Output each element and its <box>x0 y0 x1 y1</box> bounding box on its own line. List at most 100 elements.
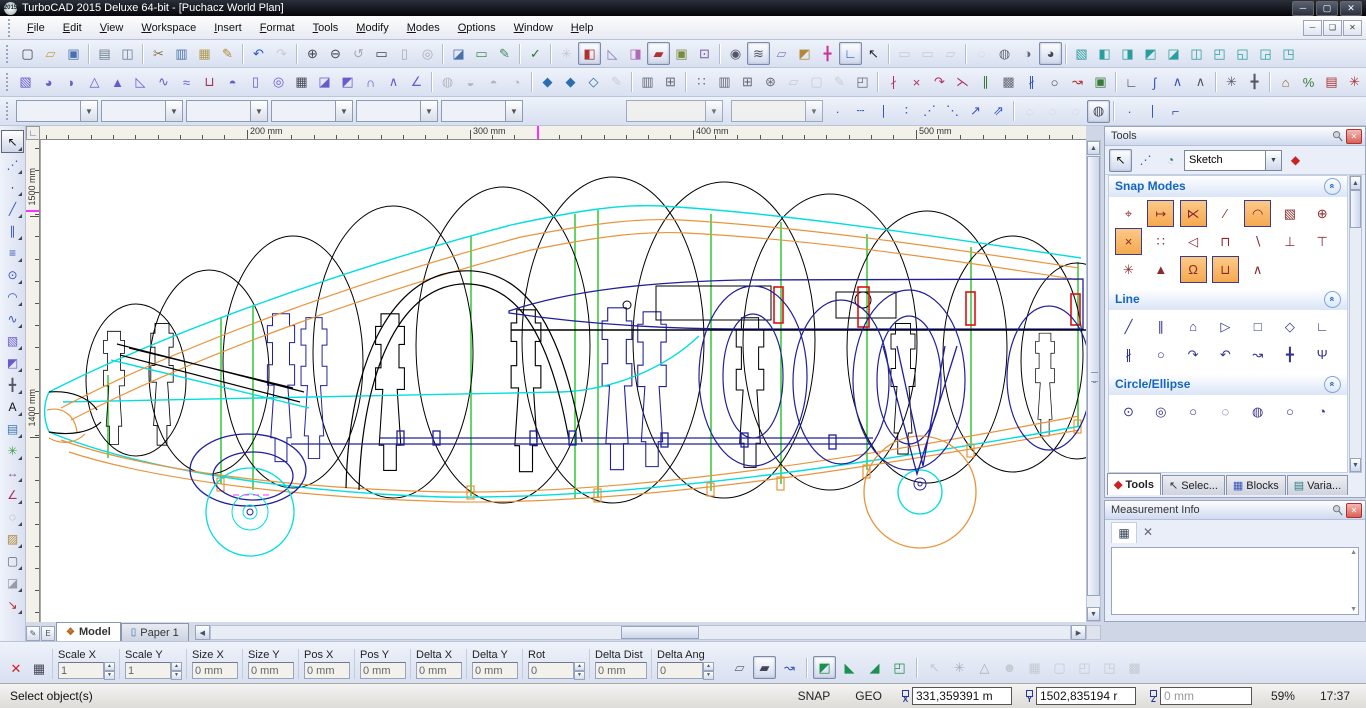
arc-icon[interactable]: ◠ <box>2 286 23 307</box>
zoom-extents-icon[interactable]: ◎ <box>416 42 439 65</box>
combo-dropdown-icon[interactable]: ▼ <box>420 101 437 121</box>
palette-tab-selec[interactable]: ↖Selec... <box>1162 475 1225 495</box>
style-bucket-icon[interactable]: ◆ <box>1284 149 1307 172</box>
line-irregular-polygon-icon[interactable]: ▷ <box>1212 313 1239 340</box>
facet-box-3-icon[interactable]: ◨ <box>1116 42 1139 65</box>
open-icon[interactable]: ▱ <box>39 42 62 65</box>
menu-options[interactable]: Options <box>449 19 505 37</box>
cut-icon[interactable]: ✂ <box>147 42 170 65</box>
selection-frame-icon[interactable]: ▢ <box>2 550 23 571</box>
plot-tool-icon[interactable]: ▤ <box>1320 71 1343 94</box>
stretch-icon[interactable]: ▩ <box>997 71 1020 94</box>
menu-help[interactable]: Help <box>562 19 603 37</box>
render-flat-icon[interactable]: ◑ <box>1016 42 1039 65</box>
new-icon[interactable]: ▢ <box>16 42 39 65</box>
snap-free-icon[interactable]: ⌖ <box>1115 200 1142 227</box>
copy-icon[interactable]: ▥ <box>170 42 193 65</box>
helix-3d-icon[interactable]: ∿ <box>152 71 175 94</box>
spell-check-icon[interactable]: ✓ <box>524 42 547 65</box>
property-combo-4[interactable]: ▼ <box>271 100 353 122</box>
spline-edit-1-icon[interactable]: ∫ <box>1143 71 1166 94</box>
menu-workspace[interactable]: Workspace <box>132 19 205 37</box>
zoom-level[interactable]: 59% <box>1265 687 1301 705</box>
subtract-3d-icon[interactable]: ◒ <box>459 71 482 94</box>
spline-edit-3-icon[interactable]: ∧ <box>1189 71 1212 94</box>
menu-edit[interactable]: Edit <box>54 19 91 37</box>
sphere-3d-icon[interactable]: ◕ <box>37 71 60 94</box>
pin-icon[interactable] <box>1331 504 1344 517</box>
scroll-up-button[interactable]: ▲ <box>1087 141 1100 155</box>
circle-tangent-two-icon[interactable]: ○ <box>1276 398 1303 425</box>
copy-entities-icon[interactable]: ▥ <box>636 71 659 94</box>
size-y-input[interactable] <box>248 662 294 679</box>
calculator-icon[interactable]: ▦ <box>29 659 49 679</box>
snap-arc-center-icon[interactable]: ◠ <box>1244 200 1271 227</box>
menu-insert[interactable]: Insert <box>205 19 251 37</box>
circle-tangent-icon[interactable]: ○ <box>1043 71 1066 94</box>
toolbar-grip[interactable] <box>6 45 12 63</box>
scale-y-spinner[interactable]: ▲▼ <box>171 662 182 679</box>
ornament-tool-icon[interactable]: ✳ <box>1343 71 1366 94</box>
explode-icon[interactable]: ✳ <box>1220 71 1243 94</box>
collapse-chevron-icon[interactable]: « <box>1324 291 1341 308</box>
cube-b-gray-icon[interactable]: ◳ <box>1098 656 1121 679</box>
pos-x-input[interactable] <box>304 662 350 679</box>
combo-dropdown-icon[interactable]: ▼ <box>1265 151 1281 170</box>
line-tangent-from-arc-icon[interactable]: ↷ <box>1180 341 1207 368</box>
bar-tool-icon[interactable]: ∣ <box>1141 100 1164 123</box>
combo-dropdown-icon[interactable]: ▼ <box>80 101 97 121</box>
point-mark-1-icon[interactable]: ∙ <box>826 100 849 123</box>
facet-box-4-icon[interactable]: ◩ <box>1139 42 1162 65</box>
scroll-down-button[interactable]: ▼ <box>1087 607 1100 621</box>
stack-copy-icon[interactable]: ▥ <box>713 71 736 94</box>
circle-tangent-to-line-icon[interactable]: ◍ <box>1244 398 1271 425</box>
render-scene-icon[interactable]: ≋ <box>747 42 770 65</box>
style-pen-icon[interactable]: ✎ <box>493 42 516 65</box>
circle-double-point-icon[interactable]: ○ <box>1180 398 1207 425</box>
array-copy-icon[interactable]: ⊞ <box>659 71 682 94</box>
circle-mark-3-icon[interactable]: ◌ <box>1064 100 1087 123</box>
select-mode-icon[interactable]: ↖ <box>1109 149 1132 172</box>
circle-concentric-icon[interactable]: ◎ <box>1147 398 1174 425</box>
snap-tracking-icon[interactable]: ✳ <box>555 42 578 65</box>
delta-ang-input[interactable] <box>657 662 703 679</box>
delta-y-input[interactable] <box>472 662 518 679</box>
fit-copy-icon[interactable]: ∷ <box>690 71 713 94</box>
group-select-icon[interactable]: ▱ <box>939 42 962 65</box>
paste-icon[interactable]: ▦ <box>193 42 216 65</box>
line-rotated-rectangle-icon[interactable]: ◇ <box>1276 313 1303 340</box>
sheet-tab-paper-1[interactable]: ▯Paper 1 <box>121 623 189 641</box>
canvas-vscrollbar[interactable]: ▲ ▼ <box>1086 140 1101 622</box>
collapse-chevron-icon[interactable]: « <box>1324 178 1341 195</box>
mdi-minimize-button[interactable]: ─ <box>1303 20 1322 36</box>
property-combo-2[interactable]: ▼ <box>101 100 183 122</box>
print-preview-icon[interactable]: ◫ <box>116 42 139 65</box>
snap-vertex-3d-icon[interactable]: ▧ <box>1276 200 1303 227</box>
pos-y-input[interactable] <box>360 662 406 679</box>
snap-ruler-icon[interactable]: ⊔ <box>1212 256 1239 283</box>
group-frame-2-icon[interactable]: ▭ <box>916 42 939 65</box>
snap-circle-icon[interactable]: ✳ <box>2 440 23 461</box>
cone-30-icon[interactable]: ∧ <box>382 71 405 94</box>
scroll-right-button[interactable]: ▶ <box>1071 625 1086 640</box>
render-hidden-line-icon[interactable]: ◍ <box>993 42 1016 65</box>
palette-tab-blocks[interactable]: ▦Blocks <box>1226 475 1286 495</box>
horizontal-ruler[interactable]: 200 mm300 mm400 mm500 mm <box>40 126 1086 140</box>
move-tool-icon[interactable]: ╋ <box>2 374 23 395</box>
no-workplane-icon[interactable]: ▱ <box>728 656 751 679</box>
edit-sheet-button[interactable]: ✎ <box>26 626 40 641</box>
point-icon[interactable]: · <box>2 176 23 197</box>
line-perpendicular-icon[interactable]: ∟ <box>1309 313 1336 340</box>
dot-tool-icon[interactable]: ∙ <box>1118 100 1141 123</box>
anchor-tool-icon[interactable]: % <box>1297 71 1320 94</box>
line-multiline-icon[interactable]: ∥ <box>1147 313 1174 340</box>
zoom-page-icon[interactable]: ▯ <box>393 42 416 65</box>
scale-x-spinner[interactable]: ▲▼ <box>104 662 115 679</box>
scroll-left-button[interactable]: ◀ <box>195 625 210 640</box>
parallel-copy-icon[interactable]: ∦ <box>1020 71 1043 94</box>
cylinder-3d-icon[interactable]: ▯ <box>244 71 267 94</box>
insert-symbol-icon[interactable]: ▭ <box>470 42 493 65</box>
multiline-icon[interactable]: ≡ <box>2 242 23 263</box>
toolbar-grip[interactable] <box>6 73 10 91</box>
facet-edit-icon[interactable]: ◆ <box>536 71 559 94</box>
